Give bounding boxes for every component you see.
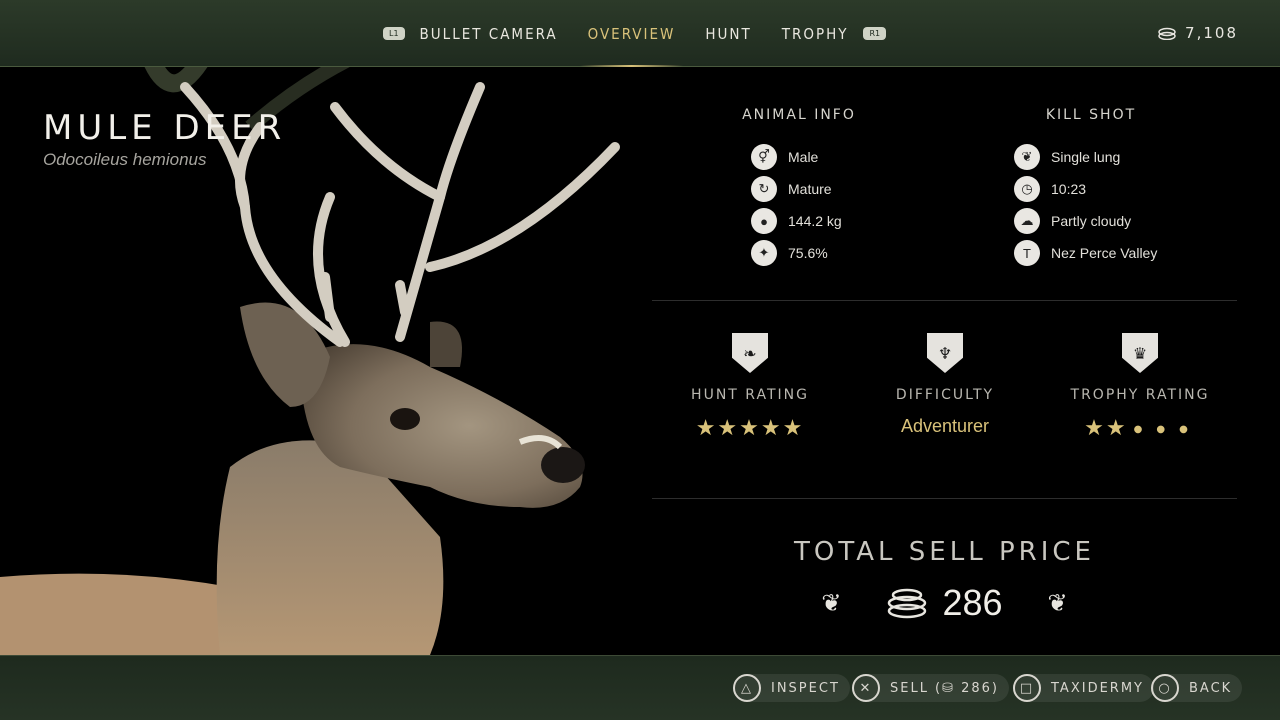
kill-shot-organ: ❦ Single lung [1014,141,1157,173]
sell-price-title: TOTAL SELL PRICE [794,537,1095,567]
kill-shot-list: ❦ Single lung ◷ 10:23 ☁ Partly cloudy T … [1014,141,1157,269]
kill-shot-organ-text: Single lung [1051,149,1121,165]
gender-icon: ⚥ [751,144,777,170]
back-label: BACK [1189,680,1233,696]
coins-icon [1158,27,1176,40]
animal-scientific-name: Odocoileus hemionus [43,150,207,169]
back-button[interactable]: ○ BACK [1151,674,1243,702]
animal-info-weight-text: 144.2 kg [788,213,842,229]
animal-info-age-text: Mature [788,181,832,197]
animal-title-block: MULE DEER Odocoileus hemionus [43,108,286,170]
divider-bottom [652,498,1237,499]
trophy-rating-label: TROPHY RATING [1070,387,1210,403]
kill-shot-weather-text: Partly cloudy [1051,213,1132,229]
tab-overview[interactable]: OVERVIEW [579,25,684,67]
top-navigation-bar: L1 BULLET CAMERA OVERVIEW HUNT TROPHY R1… [0,0,1280,67]
kill-shot-title: KILL SHOT [1045,107,1137,123]
sell-price-value: 286 [942,582,1003,623]
tab-bullet-camera[interactable]: BULLET CAMERA [420,25,558,43]
l1-button-hint[interactable]: L1 [383,27,405,40]
difficulty-label: DIFFICULTY [895,387,995,403]
animal-info-integrity: ✦ 75.6% [751,237,842,269]
taxidermy-button[interactable]: □ TAXIDERMY [1013,674,1154,702]
leaf-right-icon: ❦ [1047,589,1068,617]
clock-icon: ◷ [1014,176,1040,202]
kill-shot-weather: ☁ Partly cloudy [1014,205,1157,237]
animal-name: MULE DEER [43,108,287,148]
tab-hunt[interactable]: HUNT [705,25,751,43]
animal-info-gender-text: Male [788,149,819,165]
trophy-rating-stars: ★★ ● ● ● [1084,416,1190,441]
hunt-rating: ❧ HUNT RATING ★★★★★ [650,333,850,441]
currency-value: 7,108 [1185,24,1238,42]
sell-label: SELL [890,680,929,696]
tab-trophy[interactable]: TROPHY [782,25,849,43]
currency-display: 7,108 [1157,24,1238,42]
age-icon: ↻ [751,176,777,202]
bottom-action-bar: △ INSPECT ✕ SELL (⛁ 286) □ TAXIDERMY ○ B… [0,655,1280,720]
square-button-icon: □ [1013,674,1041,702]
difficulty-rating: ♆ DIFFICULTY Adventurer [845,333,1045,437]
kill-shot-time-text: 10:23 [1051,181,1087,197]
sell-coins-icon: ⛁ [942,680,955,696]
weather-icon: ☁ [1014,208,1040,234]
feather-icon: ❧ [732,333,768,373]
cross-button-icon: ✕ [852,674,880,702]
sell-price-row: ❦ 286 ❦ [652,582,1237,624]
leaf-left-icon: ❦ [821,589,842,617]
animal-info-gender: ⚥ Male [751,141,842,173]
coins-stack-icon [888,588,927,619]
sell-action-price: 286 [961,680,992,696]
crown-icon: ♛ [1122,333,1158,373]
tab-strip: L1 BULLET CAMERA OVERVIEW HUNT TROPHY R1 [383,0,887,67]
animal-info-list: ⚥ Male ↻ Mature ● 144.2 kg ✦ 75.6% [751,141,842,269]
animal-info-title: ANIMAL INFO [742,107,856,123]
integrity-icon: ✦ [751,240,777,266]
hunt-rating-stars: ★★★★★ [695,416,805,441]
difficulty-value: Adventurer [900,416,990,436]
inspect-button[interactable]: △ INSPECT [733,674,850,702]
weight-icon: ● [751,208,777,234]
trophy-rating: ♛ TROPHY RATING ★★ ● ● ● [1040,333,1240,441]
animal-info-age: ↻ Mature [751,173,842,205]
animal-info-integrity-text: 75.6% [788,245,828,261]
taxidermy-label: TAXIDERMY [1051,680,1144,696]
kill-shot-location-text: Nez Perce Valley [1051,245,1158,261]
animal-info-weight: ● 144.2 kg [751,205,842,237]
lung-icon: ❦ [1014,144,1040,170]
r1-button-hint[interactable]: R1 [863,27,887,40]
location-icon: T [1014,240,1040,266]
sell-button[interactable]: ✕ SELL (⛁ 286) [852,674,1009,702]
antler-icon: ♆ [927,333,963,373]
hunt-rating-label: HUNT RATING [691,387,809,403]
circle-button-icon: ○ [1151,674,1179,702]
sell-price-badge: (⛁ 286) [934,680,999,696]
kill-shot-location: T Nez Perce Valley [1014,237,1157,269]
triangle-button-icon: △ [733,674,761,702]
divider-top [652,300,1237,301]
kill-shot-time: ◷ 10:23 [1014,173,1157,205]
inspect-label: INSPECT [771,680,840,696]
